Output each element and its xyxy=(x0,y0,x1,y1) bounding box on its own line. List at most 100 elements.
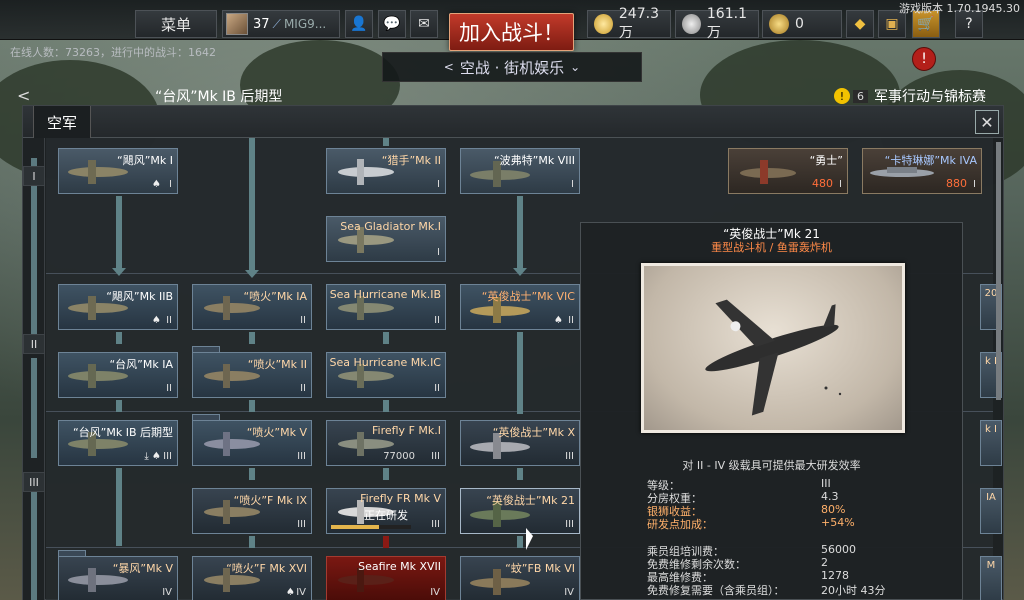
vehicle-card-group[interactable]: “喷火”Mk II II xyxy=(192,352,312,398)
vehicle-card-group[interactable]: “暴风”Mk V IV xyxy=(58,556,178,600)
vehicle-card[interactable]: “飓风”Mk I ♠ I xyxy=(58,148,178,194)
tree-connector xyxy=(116,400,122,412)
vehicle-card[interactable]: “喷火”F Mk IX III xyxy=(192,488,312,534)
stat-value: 20小时 43分 xyxy=(821,584,886,597)
vehicle-card[interactable]: “蚊”FB Mk VI IV xyxy=(460,556,580,600)
tree-connector xyxy=(517,196,523,272)
mail-icon[interactable]: ✉ xyxy=(410,10,438,38)
research-points-value: 247.3万 xyxy=(618,6,659,41)
research-status: 正在研发 xyxy=(364,509,408,522)
vehicle-card[interactable]: “猎手”Mk II I xyxy=(326,148,446,194)
vehicle-name: Firefly F Mk.I xyxy=(372,424,441,437)
vehicle-card[interactable]: “台风”Mk IA II xyxy=(58,352,178,398)
join-battle-button[interactable]: 加入战斗！ xyxy=(449,13,574,51)
vehicle-rank: II xyxy=(300,383,306,394)
game-mode-selector[interactable]: < 空战 · 街机娱乐 ⌄ xyxy=(382,52,642,82)
vehicle-name: “飓风”Mk I xyxy=(117,154,173,167)
stat-value: 80% xyxy=(821,503,846,516)
mouse-cursor xyxy=(526,528,533,550)
vehicle-card[interactable]: “波弗特”Mk VIII I xyxy=(460,148,580,194)
vehicle-name: “喷火”F Mk IX xyxy=(233,494,307,507)
golden-eagles-display[interactable]: 0 xyxy=(762,10,842,38)
vehicle-card-clipped[interactable]: M xyxy=(980,556,1002,600)
tree-connector xyxy=(383,332,389,344)
research-points-display[interactable]: 247.3万 xyxy=(587,6,671,41)
tree-connector xyxy=(116,332,122,344)
vehicle-rank: III xyxy=(431,451,440,462)
avatar xyxy=(226,13,248,35)
vehicle-card-locked[interactable]: Seafire Mk XVII IV xyxy=(326,556,446,600)
vehicle-name: “卡特琳娜”Mk IVA xyxy=(884,154,977,167)
vehicle-card-premium[interactable]: “卡特琳娜”Mk IVA 880 I xyxy=(862,148,982,194)
rank-progress-line xyxy=(31,358,37,458)
stat-row: 研发点加成： +54% xyxy=(647,516,947,532)
vehicle-rank: III xyxy=(297,519,306,530)
vehicle-card-clipped[interactable]: k I xyxy=(980,420,1002,466)
alert-icon[interactable]: ! xyxy=(912,47,936,71)
close-icon[interactable]: ✕ xyxy=(975,110,999,134)
rank-progress-line xyxy=(31,483,37,600)
online-status: 在线人数：73263，进行中的战斗：1642 xyxy=(10,46,216,59)
player-name: MIG9... xyxy=(283,17,327,31)
vehicle-card[interactable]: “喷火”Mk IA II xyxy=(192,284,312,330)
stat-value: III xyxy=(821,477,831,490)
top-bar: 菜单 37 ⟋ MIG9... 👤 💬 ✉ 加入战斗！ 247.3万 161.1… xyxy=(0,0,1024,51)
tree-arrow xyxy=(112,268,126,276)
selected-vehicle-name: “台风”Mk IB 后期型 xyxy=(155,89,283,105)
stat-value: 4.3 xyxy=(821,490,839,503)
vehicle-card[interactable]: Firefly F Mk.I 77000 III xyxy=(326,420,446,466)
vehicle-name: “暴风”Mk V xyxy=(112,562,173,575)
vehicle-name: “台风”Mk IB 后期型 xyxy=(72,426,173,439)
back-arrow-icon[interactable]: < xyxy=(17,86,30,105)
vehicle-rank: I xyxy=(437,247,440,258)
events-label: 军事行动与锦标赛 xyxy=(874,89,986,105)
stat-label: 免费修复需要（含乘员组）： xyxy=(647,584,785,597)
vehicle-rank: II xyxy=(568,315,574,326)
vehicle-card[interactable]: “英俊战士”Mk VIC ♠ II xyxy=(460,284,580,330)
tree-connector xyxy=(383,400,389,412)
vehicle-name: “喷火”Mk IA xyxy=(243,290,307,303)
vehicle-card[interactable]: “喷火”F Mk XVI ♠ IV xyxy=(192,556,312,600)
vehicle-rank: I xyxy=(169,179,172,190)
premium-icon[interactable]: ◆ xyxy=(846,10,874,38)
spade-icon: ♠ xyxy=(152,315,161,326)
profile-button[interactable]: 37 ⟋ MIG9... xyxy=(222,10,340,38)
events-alert-badge: ! xyxy=(834,88,850,104)
vehicle-name: “英俊战士”Mk X xyxy=(492,426,575,439)
vehicle-name: “英俊战士”Mk VIC xyxy=(481,290,575,303)
vehicle-card-researching[interactable]: Firefly FR Mk V 正在研发 III xyxy=(326,488,446,534)
chevron-left-icon: < xyxy=(443,60,454,74)
eagle-icon xyxy=(769,14,789,34)
vehicle-card-selected[interactable]: “台风”Mk IB 后期型 ⤓ ♠ III xyxy=(58,420,178,466)
vehicle-card[interactable]: Sea Hurricane Mk.IC II xyxy=(326,352,446,398)
vehicle-card[interactable]: “飓风”Mk IIB ♠ II xyxy=(58,284,178,330)
golden-eagle-cost: 880 xyxy=(946,177,967,190)
vehicle-card-clipped[interactable]: IA xyxy=(980,488,1002,534)
silver-lions-display[interactable]: 161.1万 xyxy=(675,6,759,41)
vehicle-card[interactable]: Sea Hurricane Mk.IB II xyxy=(326,284,446,330)
tree-connector xyxy=(116,196,122,272)
vehicle-card-group[interactable]: “喷火”Mk V III xyxy=(192,420,312,466)
vehicle-rank: II xyxy=(300,315,306,326)
tab-air-force[interactable]: 空军 xyxy=(33,106,91,138)
vehicle-card[interactable]: Sea Gladiator Mk.I I xyxy=(326,216,446,262)
stat-value: 56000 xyxy=(821,543,856,556)
menu-button[interactable]: 菜单 xyxy=(135,10,217,38)
vehicle-card-premium[interactable]: “勇士” 480 I xyxy=(728,148,848,194)
vehicle-card-hovered[interactable]: “英俊战士”Mk 21 III xyxy=(460,488,580,534)
contacts-icon[interactable]: 👤 xyxy=(345,10,373,38)
vehicle-name: Seafire Mk XVII xyxy=(358,560,441,573)
stat-value: 1278 xyxy=(821,569,849,582)
scrollbar[interactable] xyxy=(996,142,1001,400)
vehicle-card[interactable]: “英俊战士”Mk X III xyxy=(460,420,580,466)
lightbulb-icon xyxy=(594,14,613,34)
events-button[interactable]: ! 6 军事行动与锦标赛 xyxy=(834,86,986,106)
vehicle-name: “台风”Mk IA xyxy=(109,358,173,371)
rank-marker-1: I xyxy=(23,166,45,186)
efficiency-note: 对 II - IV 级载具可提供最大研发效率 xyxy=(682,459,861,472)
vehicle-name: Firefly FR Mk V xyxy=(360,492,441,505)
tree-arrow xyxy=(245,270,259,278)
golden-eagles-value: 0 xyxy=(795,16,804,32)
chat-icon[interactable]: 💬 xyxy=(378,10,406,38)
vehicle-name: “勇士” xyxy=(809,154,843,167)
